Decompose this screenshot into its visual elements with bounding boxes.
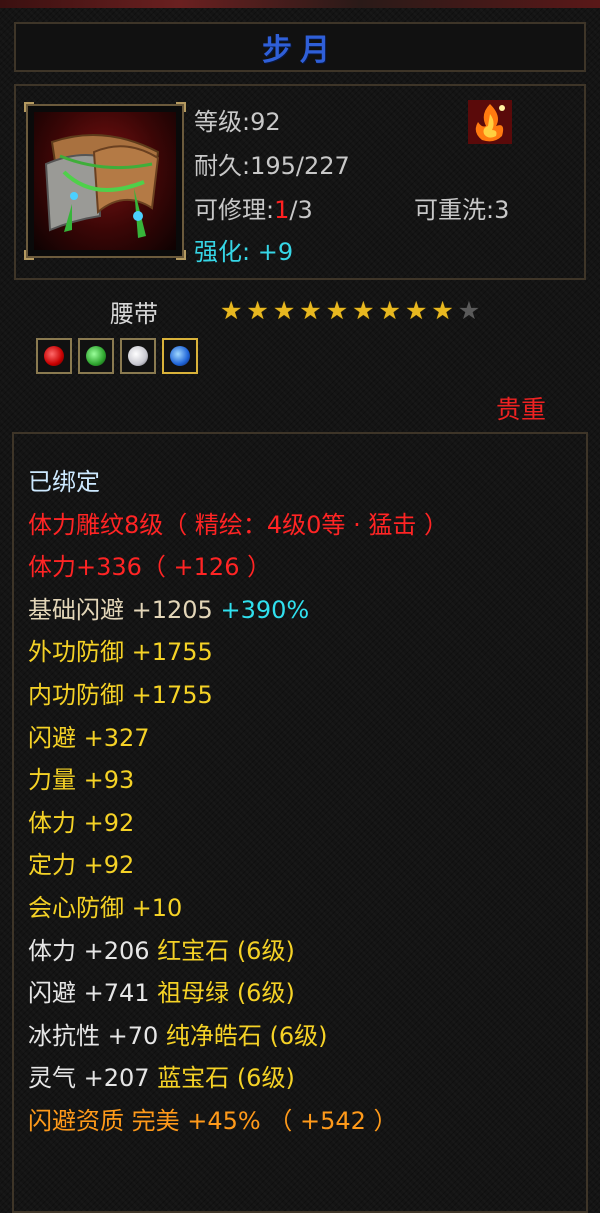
emerald-gem-icon[interactable] bbox=[78, 338, 114, 374]
star-filled-icon: ★ bbox=[299, 296, 322, 325]
attribute-text: 体力+336（ +126 ） bbox=[28, 553, 272, 582]
item-level: 等级:92 bbox=[194, 108, 281, 136]
attribute-text: 定力 +92 bbox=[28, 851, 135, 880]
attribute-list: 已绑定体力雕纹8级（ 精绘：4级0等 · 猛击 ） 体力+336（ +126 ） 基… bbox=[12, 432, 588, 1213]
attribute-text: +390% bbox=[220, 595, 310, 624]
item-info-box: 等级:92 耐久:195/227 可修理:1/3 可重洗:3 强化: +9 bbox=[14, 84, 586, 280]
attribute-text: 内功防御 +1755 bbox=[28, 681, 213, 709]
belt-icon bbox=[34, 112, 176, 250]
item-title-bar: 步月 bbox=[14, 22, 586, 72]
star-rating: ★ ★ ★ ★ ★ ★ ★ ★ ★ ★ bbox=[220, 298, 480, 323]
white-jade-gem-icon[interactable] bbox=[120, 338, 156, 374]
item-title: 步月 bbox=[262, 33, 338, 68]
item-durability: 耐久:195/227 bbox=[194, 152, 350, 180]
star-filled-icon: ★ bbox=[246, 296, 269, 325]
attribute-text: 会心防御 +10 bbox=[28, 894, 183, 922]
sapphire-gem-icon[interactable] bbox=[162, 338, 198, 374]
attribute-row: 外功防御 +1755 bbox=[28, 632, 213, 667]
item-portrait[interactable] bbox=[24, 102, 186, 260]
star-filled-icon: ★ bbox=[378, 296, 401, 325]
star-filled-icon: ★ bbox=[220, 296, 243, 325]
attribute-text: 已绑定 bbox=[28, 468, 100, 496]
flame-icon bbox=[468, 100, 512, 144]
attribute-text: 灵气 +207 bbox=[28, 1064, 158, 1093]
attribute-text: 祖母绿 (6级) bbox=[157, 979, 295, 1008]
attribute-text: 体力 +206 bbox=[28, 936, 158, 965]
attribute-text: 体力 +92 bbox=[28, 808, 135, 837]
attribute-row: 体力雕纹8级（ 精绘：4级0等 · 猛击 ） bbox=[28, 505, 448, 540]
item-repair: 可修理:1/3 bbox=[194, 196, 313, 224]
item-enhance: 强化: +9 bbox=[194, 238, 294, 266]
attribute-row: 基础闪避 +1205 +390% bbox=[28, 590, 309, 625]
attribute-row: 定力 +92 bbox=[28, 845, 134, 880]
attribute-row: 闪避 +327 bbox=[28, 718, 150, 753]
attribute-row: 闪避 +741 祖母绿 (6级) bbox=[28, 973, 295, 1008]
attribute-text: 力量 +93 bbox=[28, 766, 135, 795]
attribute-row: 体力+336（ +126 ） bbox=[28, 547, 271, 582]
attribute-text: 外功防御 +1755 bbox=[28, 638, 213, 667]
star-filled-icon: ★ bbox=[431, 296, 454, 325]
gem-sockets bbox=[36, 338, 198, 374]
attribute-text: 蓝宝石 (6级) bbox=[157, 1064, 295, 1093]
attribute-text: 红宝石 (6级) bbox=[157, 936, 295, 965]
attribute-row: 体力 +92 bbox=[28, 803, 134, 838]
star-filled-icon: ★ bbox=[272, 296, 296, 325]
rarity-label: 贵重 bbox=[496, 395, 547, 424]
attribute-row: 力量 +93 bbox=[28, 760, 134, 795]
attribute-text: 冰抗性 +70 bbox=[28, 1021, 166, 1050]
item-tooltip-panel: 步月 等级:92 耐久:195/227 可修理:1/3 可重洗:3 强化: +9… bbox=[0, 8, 600, 1213]
attribute-row: 会心防御 +10 bbox=[28, 888, 182, 923]
item-rewash: 可重洗:3 bbox=[414, 196, 510, 224]
attribute-text: 体力雕纹8级（ 精绘：4级0等 · 猛击 ） bbox=[28, 510, 448, 539]
attribute-text: 闪避资质 完美 +45% （ +542 ） bbox=[28, 1107, 398, 1135]
attribute-text: 纯净皓石 (6级) bbox=[165, 1021, 328, 1050]
star-filled-icon: ★ bbox=[352, 296, 375, 325]
attribute-row: 已绑定 bbox=[28, 462, 100, 497]
attribute-row: 体力 +206 红宝石 (6级) bbox=[28, 931, 295, 966]
item-type-name: 腰带 bbox=[110, 300, 158, 328]
attribute-row: 闪避资质 完美 +45% （ +542 ） bbox=[28, 1101, 398, 1136]
attribute-row: 灵气 +207 蓝宝石 (6级) bbox=[28, 1058, 295, 1093]
attribute-row: 冰抗性 +70 纯净皓石 (6级) bbox=[28, 1016, 328, 1051]
ruby-gem-icon[interactable] bbox=[36, 338, 72, 374]
attribute-text: 闪避 +327 bbox=[28, 723, 150, 752]
attribute-text: 闪避 +741 bbox=[28, 979, 158, 1008]
star-filled-icon: ★ bbox=[404, 296, 428, 325]
star-filled-icon: ★ bbox=[325, 296, 349, 325]
attribute-text: 基础闪避 +1205 bbox=[28, 595, 221, 624]
attribute-row: 内功防御 +1755 bbox=[28, 675, 213, 710]
star-empty-icon: ★ bbox=[457, 296, 481, 325]
